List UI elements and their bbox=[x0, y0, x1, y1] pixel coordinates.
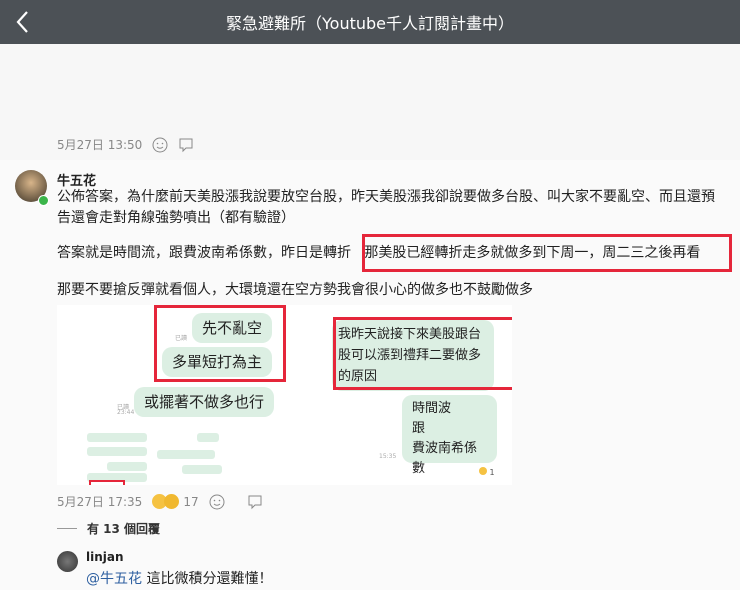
reaction-count: 1 bbox=[489, 468, 495, 477]
mini-bubble bbox=[182, 465, 222, 474]
mini-bubble bbox=[157, 450, 215, 459]
post-meta: 5月27日 17:35 17 bbox=[57, 493, 263, 510]
mini-bubble bbox=[197, 433, 219, 442]
highlight-box bbox=[154, 305, 286, 382]
header-bar: 緊急避難所（Youtube千人訂閱計畫中） bbox=[0, 0, 740, 44]
divider bbox=[57, 528, 77, 529]
chat-time: 15:35 bbox=[379, 453, 397, 460]
prev-meta: 5月27日 13:50 bbox=[57, 136, 194, 153]
mention-link[interactable]: @牛五花 bbox=[86, 571, 142, 587]
chat-bubble: 或擺著不做多也行 bbox=[134, 387, 275, 417]
badge-icon bbox=[38, 195, 49, 206]
line: 跟 bbox=[412, 421, 426, 436]
highlight-box bbox=[89, 480, 125, 485]
timestamp: 5月27日 13:50 bbox=[57, 138, 143, 152]
timestamp: 5月27日 17:35 bbox=[57, 495, 143, 509]
text: 答案就是時間流，跟費波南希係數，昨日是轉折 bbox=[57, 245, 351, 261]
page-title: 緊急避難所（Youtube千人訂閱計畫中） bbox=[226, 14, 514, 33]
post-paragraph: 那要不要搶反彈就看個人，大環境還在空方勢我會很小心的做多也不鼓勵做多 bbox=[57, 282, 533, 298]
chat-bubble: 時間波 跟 費波南希係數 bbox=[402, 395, 497, 476]
chat-time: 23:44 bbox=[117, 409, 135, 416]
reply-body: 這比微積分還難懂！ bbox=[142, 571, 273, 587]
emoji-icon bbox=[479, 467, 487, 475]
highlight-box bbox=[333, 317, 512, 390]
shock-emoji-icon bbox=[164, 494, 180, 509]
line: 費波南希係數 bbox=[412, 441, 478, 476]
comment-icon[interactable] bbox=[247, 494, 263, 510]
reply-author[interactable]: linjan bbox=[86, 550, 124, 564]
view-replies[interactable]: 有 13 個回覆 bbox=[57, 520, 160, 537]
mini-bubble bbox=[107, 462, 147, 471]
reaction: 1 bbox=[479, 467, 495, 477]
post-image[interactable]: 先不亂空 多單短打為主 或擺著不做多也行 已讀 已讀 23:44 我昨天說接下來… bbox=[57, 305, 512, 485]
post-paragraph: 公佈答案，為什麼前天美股漲我說要放空台股，昨天美股漲我卻說要做多台股、叫大家不要… bbox=[57, 189, 715, 226]
reply-avatar[interactable] bbox=[57, 551, 78, 572]
emoji-reaction-icon[interactable] bbox=[209, 494, 225, 510]
comment-icon[interactable] bbox=[178, 137, 194, 153]
replies-label: 有 13 個回覆 bbox=[87, 522, 161, 536]
mini-bubble bbox=[87, 447, 147, 456]
back-icon[interactable] bbox=[12, 9, 36, 35]
line: 時間波 bbox=[412, 401, 452, 416]
reply-text: @牛五花 這比微積分還難懂！ bbox=[86, 568, 272, 588]
reaction-count: 17 bbox=[183, 494, 199, 509]
emoji-reaction-icon[interactable] bbox=[152, 137, 168, 153]
reactions[interactable] bbox=[152, 494, 180, 509]
mini-bubble bbox=[87, 433, 147, 442]
highlight-box bbox=[362, 234, 732, 272]
